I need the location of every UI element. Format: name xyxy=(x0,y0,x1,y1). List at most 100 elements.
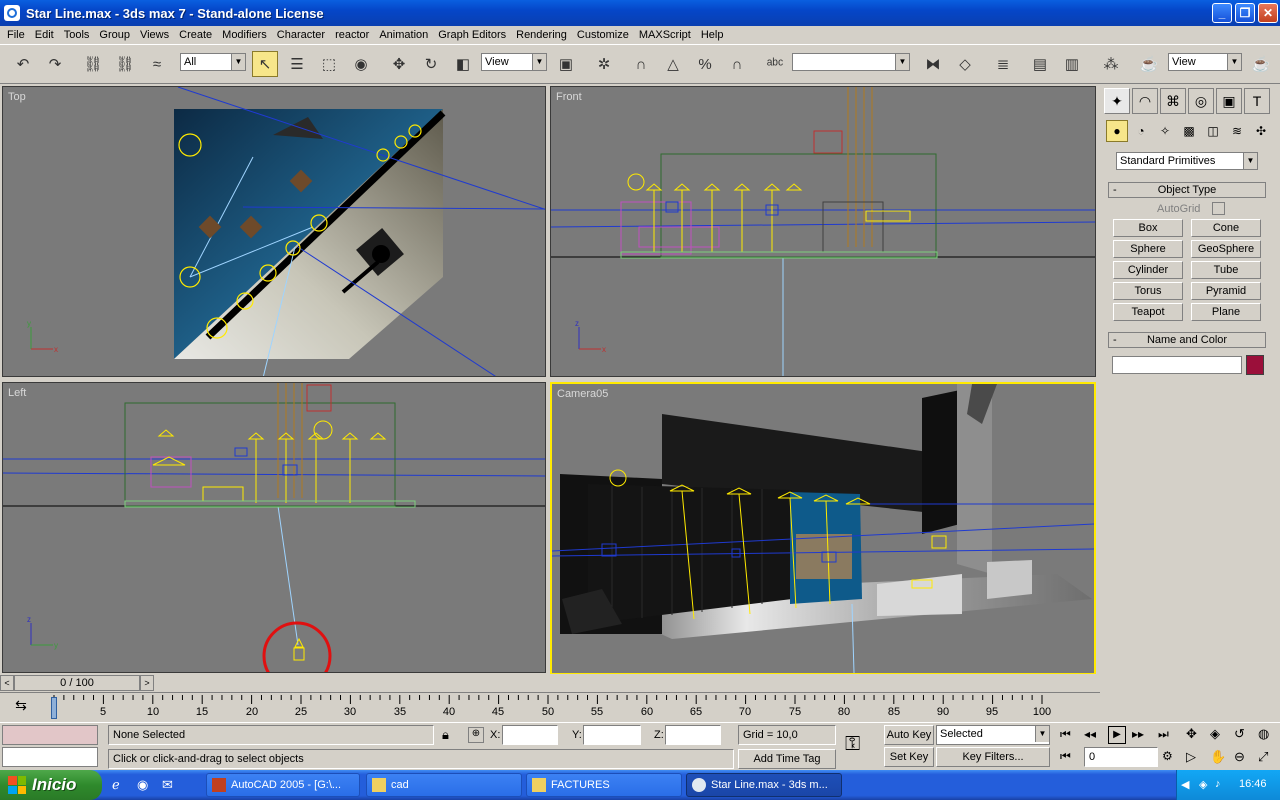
menu-rendering[interactable]: Rendering xyxy=(511,29,572,41)
track-bar[interactable]: ⇆ 0 5 10 15 20 25 30 35 40 45 50 55 60 6… xyxy=(0,692,1100,722)
select-and-link-icon[interactable]: ⛓ xyxy=(80,51,106,77)
next-key-icon[interactable]: ▸▸ xyxy=(1132,727,1144,741)
time-configuration-icon[interactable]: ⚙ xyxy=(1162,749,1173,763)
x-coordinate-field[interactable] xyxy=(502,725,558,745)
field-of-view-icon[interactable]: ◍ xyxy=(1258,726,1269,742)
hand-pan-icon[interactable]: ✋ xyxy=(1210,749,1226,765)
cameras-icon[interactable]: ▩ xyxy=(1178,120,1200,142)
align-icon[interactable]: ◇ xyxy=(952,51,978,77)
z-coordinate-field[interactable] xyxy=(665,725,721,745)
frame-indicator[interactable]: 0 / 100 xyxy=(14,675,140,691)
geosphere-button[interactable]: GeoSphere xyxy=(1191,240,1261,258)
quick-render-icon[interactable]: ☕ xyxy=(1248,51,1274,77)
start-button[interactable]: Inicio xyxy=(0,770,102,800)
orbit-icon[interactable]: ↺ xyxy=(1234,726,1245,742)
viewport-front[interactable]: Front z x xyxy=(550,86,1096,377)
menu-modifiers[interactable]: Modifiers xyxy=(217,29,272,41)
tube-button[interactable]: Tube xyxy=(1191,261,1261,279)
shapes-icon[interactable]: ◔ xyxy=(1130,120,1152,142)
go-to-end-icon[interactable]: ⏭ xyxy=(1158,727,1169,742)
clock[interactable]: 16:46 xyxy=(1239,778,1267,790)
rotate-icon[interactable]: ↻ xyxy=(418,51,444,77)
box-button[interactable]: Box xyxy=(1113,219,1183,237)
key-filters-button[interactable]: Key Filters... xyxy=(936,747,1050,767)
dolly-icon[interactable]: ▷ xyxy=(1186,749,1196,765)
previous-key-icon[interactable]: ◂◂ xyxy=(1084,727,1096,741)
ie-quicklaunch-icon[interactable]: ℯ xyxy=(112,777,120,793)
cylinder-button[interactable]: Cylinder xyxy=(1113,261,1183,279)
play-icon[interactable]: ▶ xyxy=(1108,726,1126,744)
restore-button[interactable]: ❐ xyxy=(1235,3,1255,23)
task-autocad[interactable]: AutoCAD 2005 - [G:\... xyxy=(206,773,360,797)
object-color-swatch[interactable] xyxy=(1246,355,1264,375)
menu-create[interactable]: Create xyxy=(174,29,217,41)
object-name-field[interactable] xyxy=(1112,356,1242,374)
object-type-rollout[interactable]: - Object Type xyxy=(1108,182,1266,198)
maxscript-listener-mini[interactable] xyxy=(2,725,98,745)
pan-view-icon[interactable]: ✥ xyxy=(1186,726,1197,742)
window-crossing-icon[interactable]: ◉ xyxy=(348,51,374,77)
spinner-snap-icon[interactable]: ∩ xyxy=(724,51,750,77)
maxscript-input-mini[interactable] xyxy=(2,747,98,767)
menu-maxscript[interactable]: MAXScript xyxy=(634,29,696,41)
named-selection-dropdown[interactable]: ▼ xyxy=(792,53,910,71)
volume-icon[interactable]: ♪ xyxy=(1215,778,1221,790)
media-quicklaunch-icon[interactable]: ◉ xyxy=(137,777,148,793)
snap-3d-icon[interactable]: ∩ xyxy=(628,51,654,77)
antivirus-icon[interactable]: ◈ xyxy=(1199,778,1207,791)
add-time-tag-button[interactable]: Add Time Tag xyxy=(738,749,836,769)
selection-lock-icon[interactable]: 🔒︎ xyxy=(442,727,449,743)
plane-button[interactable]: Plane xyxy=(1191,303,1261,321)
geometry-icon[interactable]: ● xyxy=(1106,120,1128,142)
display-panel-tab[interactable]: ▣ xyxy=(1216,88,1242,114)
menu-customize[interactable]: Customize xyxy=(572,29,634,41)
redo-icon[interactable]: ↷ xyxy=(42,51,68,77)
menu-file[interactable]: File xyxy=(2,29,30,41)
menu-views[interactable]: Views xyxy=(135,29,174,41)
scale-icon[interactable]: ◧ xyxy=(450,51,476,77)
close-button[interactable]: ✕ xyxy=(1258,3,1278,23)
systems-icon[interactable]: ✣ xyxy=(1250,120,1272,142)
task-3dsmax[interactable]: Star Line.max - 3ds m... xyxy=(686,773,842,797)
pyramid-button[interactable]: Pyramid xyxy=(1191,282,1261,300)
category-dropdown[interactable]: Standard Primitives ▼ xyxy=(1116,152,1258,170)
move-icon[interactable]: ✥ xyxy=(386,51,412,77)
rectangular-selection-icon[interactable]: ⬚ xyxy=(316,51,342,77)
undo-icon[interactable]: ↶ xyxy=(10,51,36,77)
key-mode-dropdown[interactable]: Selected ▼ xyxy=(936,725,1050,745)
menu-edit[interactable]: Edit xyxy=(30,29,59,41)
sphere-button[interactable]: Sphere xyxy=(1113,240,1183,258)
previous-frame-arrow[interactable]: < xyxy=(0,675,14,691)
set-key-icon[interactable]: ⚿ xyxy=(845,733,860,756)
manipulate-icon[interactable]: ✲ xyxy=(591,51,617,77)
set-key-button[interactable]: Set Key xyxy=(884,747,934,767)
zoom-extents-icon[interactable]: ◈ xyxy=(1210,726,1220,742)
material-editor-icon[interactable]: ⁂ xyxy=(1098,51,1124,77)
motion-panel-tab[interactable]: ◎ xyxy=(1188,88,1214,114)
percent-snap-icon[interactable]: % xyxy=(692,51,718,77)
hierarchy-panel-tab[interactable]: ⌘ xyxy=(1160,88,1186,114)
unlink-icon[interactable]: ⛓ xyxy=(112,51,138,77)
lights-icon[interactable]: ✧ xyxy=(1154,120,1176,142)
edit-named-selection-icon[interactable]: ᵃᵇᶜ xyxy=(762,51,788,77)
roll-icon[interactable]: ⊖ xyxy=(1234,749,1245,765)
bind-space-warp-icon[interactable]: ≈ xyxy=(144,51,170,77)
curve-editor-icon[interactable]: ▤ xyxy=(1027,51,1053,77)
auto-key-button[interactable]: Auto Key xyxy=(884,725,934,745)
teapot-button[interactable]: Teapot xyxy=(1113,303,1183,321)
current-frame-marker[interactable] xyxy=(51,697,57,719)
next-frame-arrow[interactable]: > xyxy=(140,675,154,691)
y-coordinate-field[interactable] xyxy=(583,725,641,745)
viewport-camera[interactable]: Camera05 xyxy=(550,382,1096,675)
go-to-start-icon[interactable]: ⏮ xyxy=(1060,727,1071,742)
menu-character[interactable]: Character xyxy=(272,29,330,41)
tray-expand-icon[interactable]: ◀ xyxy=(1181,778,1189,791)
time-slider[interactable]: < 0 / 100 > xyxy=(0,674,1100,692)
schematic-view-icon[interactable]: ▥ xyxy=(1059,51,1085,77)
name-and-color-rollout[interactable]: - Name and Color xyxy=(1108,332,1266,348)
render-scene-icon[interactable]: ☕ xyxy=(1136,51,1162,77)
menu-help[interactable]: Help xyxy=(696,29,729,41)
modify-panel-tab[interactable]: ◠ xyxy=(1132,88,1158,114)
minimize-button[interactable]: _ xyxy=(1212,3,1232,23)
menu-group[interactable]: Group xyxy=(94,29,135,41)
